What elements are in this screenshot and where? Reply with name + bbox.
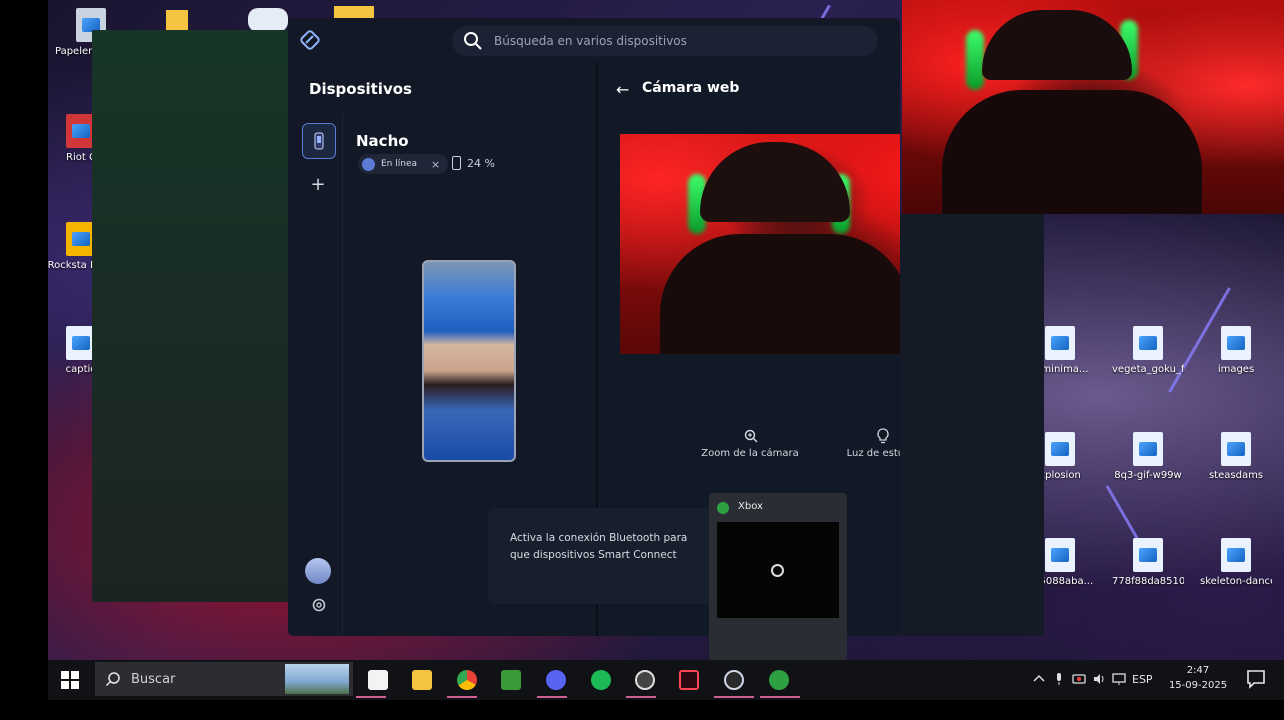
desktop-icon-file[interactable]: 778f88da851022... (1112, 538, 1184, 587)
valorant-icon (679, 670, 699, 690)
image-file-icon (1133, 538, 1163, 572)
folder-icon (412, 670, 432, 690)
search-placeholder: Búsqueda en varios dispositivos (494, 34, 687, 48)
taskbar-app-overlay[interactable] (631, 666, 659, 694)
device-phone-button[interactable] (302, 123, 336, 159)
app-window-extension (900, 214, 1044, 636)
active-indicator (626, 696, 656, 698)
desktop-icon-file[interactable]: images (1200, 326, 1272, 375)
spotify-icon (591, 670, 611, 690)
back-button[interactable]: ← (616, 80, 629, 99)
image-file-icon (1221, 432, 1251, 466)
headphone-glow (966, 30, 984, 90)
unison-icon (724, 670, 744, 690)
add-device-button[interactable]: + (308, 175, 328, 195)
search-icon (464, 32, 482, 50)
rocket-league-icon[interactable] (248, 8, 288, 32)
camera-icon[interactable] (1072, 672, 1086, 686)
phone-screen-preview (422, 260, 516, 462)
image-file-icon (1221, 326, 1251, 360)
taskbar-clock[interactable]: 2:47 15-09-2025 (1168, 663, 1228, 693)
network-icon[interactable] (1112, 672, 1126, 686)
screen-bottom-border (0, 700, 1284, 720)
clock-time: 2:47 (1186, 665, 1210, 676)
phone-icon (314, 132, 324, 150)
image-file-icon (1045, 326, 1075, 360)
xbox-preview-title: Xbox (738, 501, 763, 512)
app-badge-icon (635, 670, 655, 690)
chevron-up-icon[interactable] (1032, 672, 1046, 686)
battery-indicator: 24 % (452, 156, 495, 170)
device-name: Nacho (356, 132, 409, 150)
search-icon (105, 672, 120, 687)
taskbar-app-store[interactable] (364, 666, 392, 694)
taskbar-app-explorer[interactable] (408, 666, 436, 694)
avatar[interactable] (305, 558, 331, 584)
windows-start-icon[interactable] (60, 670, 80, 690)
device-search-bar[interactable]: Búsqueda en varios dispositivos (452, 26, 878, 56)
store-icon (368, 670, 388, 690)
xbox-logo-icon (771, 564, 784, 577)
xbox-icon (717, 502, 729, 514)
taskbar-app-minecraft[interactable] (497, 666, 525, 694)
discord-icon (546, 670, 566, 690)
webcam-overlay (902, 0, 1284, 214)
background-window (92, 30, 288, 602)
chrome-icon (457, 670, 477, 690)
search-highlight-image (285, 664, 349, 694)
battery-level: 24 % (467, 156, 495, 170)
volume-icon[interactable] (1092, 672, 1106, 686)
camera-zoom-button[interactable]: Zoom de la cámara (688, 448, 812, 459)
desktop-icon-file[interactable]: 8q3-gif-w99w (1112, 432, 1184, 481)
image-file-icon (1133, 326, 1163, 360)
taskbar-app-spotify[interactable] (587, 666, 615, 694)
taskbar-app-unison[interactable] (720, 666, 748, 694)
status-chip[interactable]: En línea × (358, 154, 449, 174)
taskbar-app-chrome[interactable] (453, 666, 481, 694)
desktop-icon-file[interactable]: vegeta_goku_f... (1112, 326, 1184, 375)
folder-icon[interactable] (166, 10, 188, 32)
active-indicator (447, 696, 477, 698)
image-file-icon (1133, 432, 1163, 466)
devices-title: Dispositivos (309, 80, 412, 98)
microphone-icon[interactable] (1052, 672, 1066, 686)
gear-icon[interactable] (310, 596, 328, 614)
taskbar-search-label: Buscar (131, 671, 176, 687)
active-indicator (760, 696, 800, 698)
active-indicator (356, 696, 386, 698)
desktop-icon-file[interactable]: skeleton-dance (1200, 538, 1272, 587)
battery-icon (452, 156, 461, 170)
language-indicator[interactable]: ESP (1132, 673, 1153, 686)
minecraft-icon (501, 670, 521, 690)
taskbar-search[interactable]: Buscar (95, 662, 353, 696)
clock-date: 15-09-2025 (1168, 680, 1228, 691)
taskbar-app-discord[interactable] (542, 666, 570, 694)
image-file-icon (1221, 538, 1251, 572)
status-text: En línea (381, 159, 418, 169)
desktop-icon-file[interactable]: steasdams (1200, 432, 1272, 481)
system-tray: ESP (1032, 662, 1153, 696)
connection-icon (362, 157, 375, 171)
xbox-icon (769, 670, 789, 690)
active-indicator (537, 696, 567, 698)
studio-light-button[interactable]: Luz de estudio (828, 448, 900, 459)
disconnect-button[interactable]: × (431, 158, 440, 171)
lightbulb-icon[interactable] (876, 428, 890, 444)
taskbar-app-valorant[interactable] (675, 666, 703, 694)
webcam-preview (620, 134, 900, 354)
taskbar-app-xbox[interactable] (765, 666, 793, 694)
notification-icon[interactable] (1245, 668, 1267, 690)
bluetooth-notice-text: Activa la conexión Bluetooth para que di… (510, 532, 688, 561)
zoom-in-icon[interactable] (743, 428, 759, 444)
app-logo-icon (300, 30, 320, 50)
image-file-icon (1045, 538, 1075, 572)
webcam-title: Cámara web (642, 80, 740, 96)
image-file-icon (1045, 432, 1075, 466)
active-indicator (714, 696, 754, 698)
